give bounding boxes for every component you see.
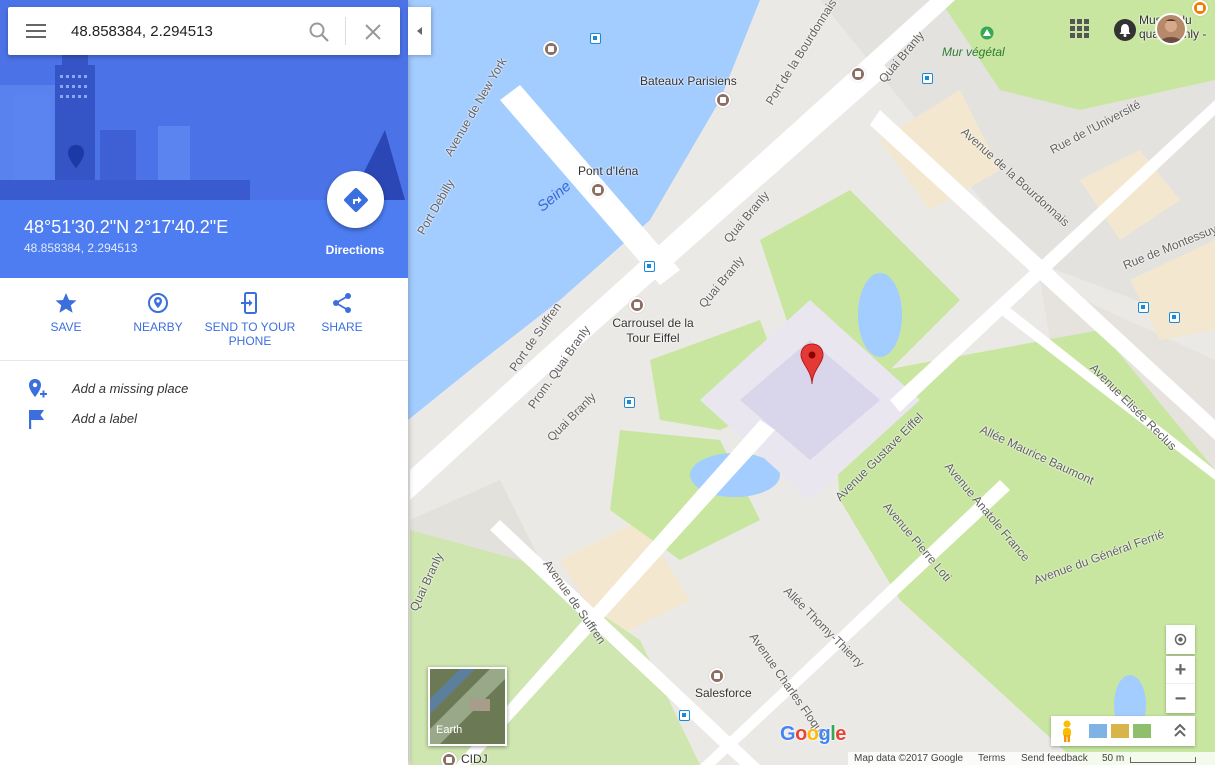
bridge-poi-icon[interactable]	[590, 182, 606, 198]
map-label-carrousel[interactable]: Carrousel de la Tour Eiffel	[612, 316, 694, 346]
transit-icon[interactable]	[590, 33, 601, 44]
museum-poi-icon[interactable]	[850, 66, 866, 82]
search-divider	[345, 17, 346, 45]
map-data-attribution: Map data ©2017 Google	[854, 753, 964, 764]
add-place-icon	[29, 379, 47, 398]
add-label-label: Add a label	[72, 411, 138, 426]
place-title: 48°51'30.2"N 2°17'40.2"E	[24, 217, 229, 237]
transit-layer-icon[interactable]	[1089, 724, 1107, 738]
zoom-control: + −	[1166, 656, 1195, 713]
share-icon	[333, 293, 351, 313]
nearby-button[interactable]: NEARBY	[112, 292, 204, 334]
google-logo-letter: o	[795, 723, 807, 745]
location-pin-icon[interactable]	[800, 343, 824, 385]
google-logo-letter: g	[818, 723, 831, 745]
scale-label[interactable]: 50 m	[1102, 753, 1124, 764]
zoom-out-button[interactable]: −	[1166, 685, 1195, 713]
save-label: SAVE	[50, 320, 82, 334]
send-to-phone-button[interactable]: SEND TO YOUR PHONE	[204, 292, 296, 348]
map-footer: Map data ©2017 Google Terms Send feedbac…	[848, 752, 1215, 765]
google-logo-letter: e	[835, 723, 846, 745]
google-logo: Google	[780, 723, 846, 746]
star-icon	[55, 293, 77, 313]
map-label-bateaux[interactable]: Bateaux Parisiens	[640, 74, 737, 89]
my-location-icon	[1174, 633, 1187, 646]
transit-icon[interactable]	[922, 73, 933, 84]
share-button[interactable]: SHARE	[296, 292, 388, 334]
my-location-button[interactable]	[1166, 625, 1195, 654]
menu-icon[interactable]	[24, 21, 48, 41]
collapse-arrow-icon	[416, 27, 422, 35]
search-box	[8, 7, 400, 55]
zoom-in-button[interactable]: +	[1166, 656, 1195, 684]
search-input[interactable]	[71, 20, 296, 42]
earth-view-toggle[interactable]: Earth	[428, 667, 507, 746]
directions-label[interactable]: Directions	[315, 243, 395, 257]
bicycling-layer-icon[interactable]	[1133, 724, 1151, 738]
expand-chevron-icon[interactable]	[1173, 723, 1187, 739]
terms-link[interactable]: Terms	[978, 753, 1005, 764]
save-button[interactable]: SAVE	[20, 292, 112, 334]
tree-icon	[980, 26, 994, 40]
send-feedback-link[interactable]: Send feedback	[1021, 753, 1088, 764]
business-poi-icon[interactable]	[441, 752, 457, 765]
collapse-panel-button[interactable]	[408, 7, 431, 55]
avatar[interactable]	[1155, 13, 1187, 45]
send-to-phone-label: SEND TO YOUR PHONE	[204, 320, 296, 348]
apps-grid-icon[interactable]	[1070, 19, 1090, 39]
layers-bar	[1051, 716, 1195, 746]
nearby-label: NEARBY	[133, 320, 183, 334]
earth-label: Earth	[436, 724, 463, 736]
directions-icon	[343, 187, 368, 212]
boat-poi-icon[interactable]	[715, 92, 731, 108]
share-label: SHARE	[321, 320, 363, 334]
transit-icon[interactable]	[644, 261, 655, 272]
add-label-item[interactable]: Add a label	[0, 405, 408, 435]
transit-icon[interactable]	[624, 397, 635, 408]
place-actions: SAVE NEARBY SEND TO YOUR PHONE SHARE	[0, 278, 408, 361]
notifications-bell-icon[interactable]	[1114, 19, 1136, 41]
map-label-cidj[interactable]: CIDJ	[461, 752, 488, 765]
add-missing-place-item[interactable]: Add a missing place	[0, 375, 408, 405]
google-logo-letter: G	[780, 723, 796, 745]
pegman-icon[interactable]	[1061, 720, 1073, 742]
camera-poi-icon[interactable]	[629, 297, 645, 313]
close-icon[interactable]	[362, 21, 384, 43]
map-label-mur-vegetal[interactable]: Mur végétal	[942, 45, 1005, 59]
museum-poi-icon[interactable]	[543, 41, 559, 57]
side-panel: 48°51'30.2"N 2°17'40.2"E 48.858384, 2.29…	[0, 0, 408, 765]
transit-icon[interactable]	[679, 710, 690, 721]
transit-icon[interactable]	[1169, 312, 1180, 323]
place-subtitle: 48.858384, 2.294513	[24, 241, 138, 255]
flag-icon	[29, 410, 44, 429]
add-missing-place-label: Add a missing place	[72, 381, 189, 396]
business-poi-icon[interactable]	[709, 668, 725, 684]
scale-bar	[1130, 757, 1196, 763]
traffic-layer-icon[interactable]	[1111, 724, 1129, 738]
map-label-pont-iena[interactable]: Pont d'Iéna	[578, 164, 638, 179]
directions-button[interactable]	[327, 171, 384, 228]
search-icon[interactable]	[308, 21, 330, 43]
send-to-phone-icon	[241, 292, 257, 314]
map-label-salesforce[interactable]: Salesforce	[695, 686, 752, 701]
nearby-pin-icon	[148, 293, 168, 313]
transit-icon[interactable]	[1138, 302, 1149, 313]
google-logo-letter: o	[806, 723, 819, 745]
